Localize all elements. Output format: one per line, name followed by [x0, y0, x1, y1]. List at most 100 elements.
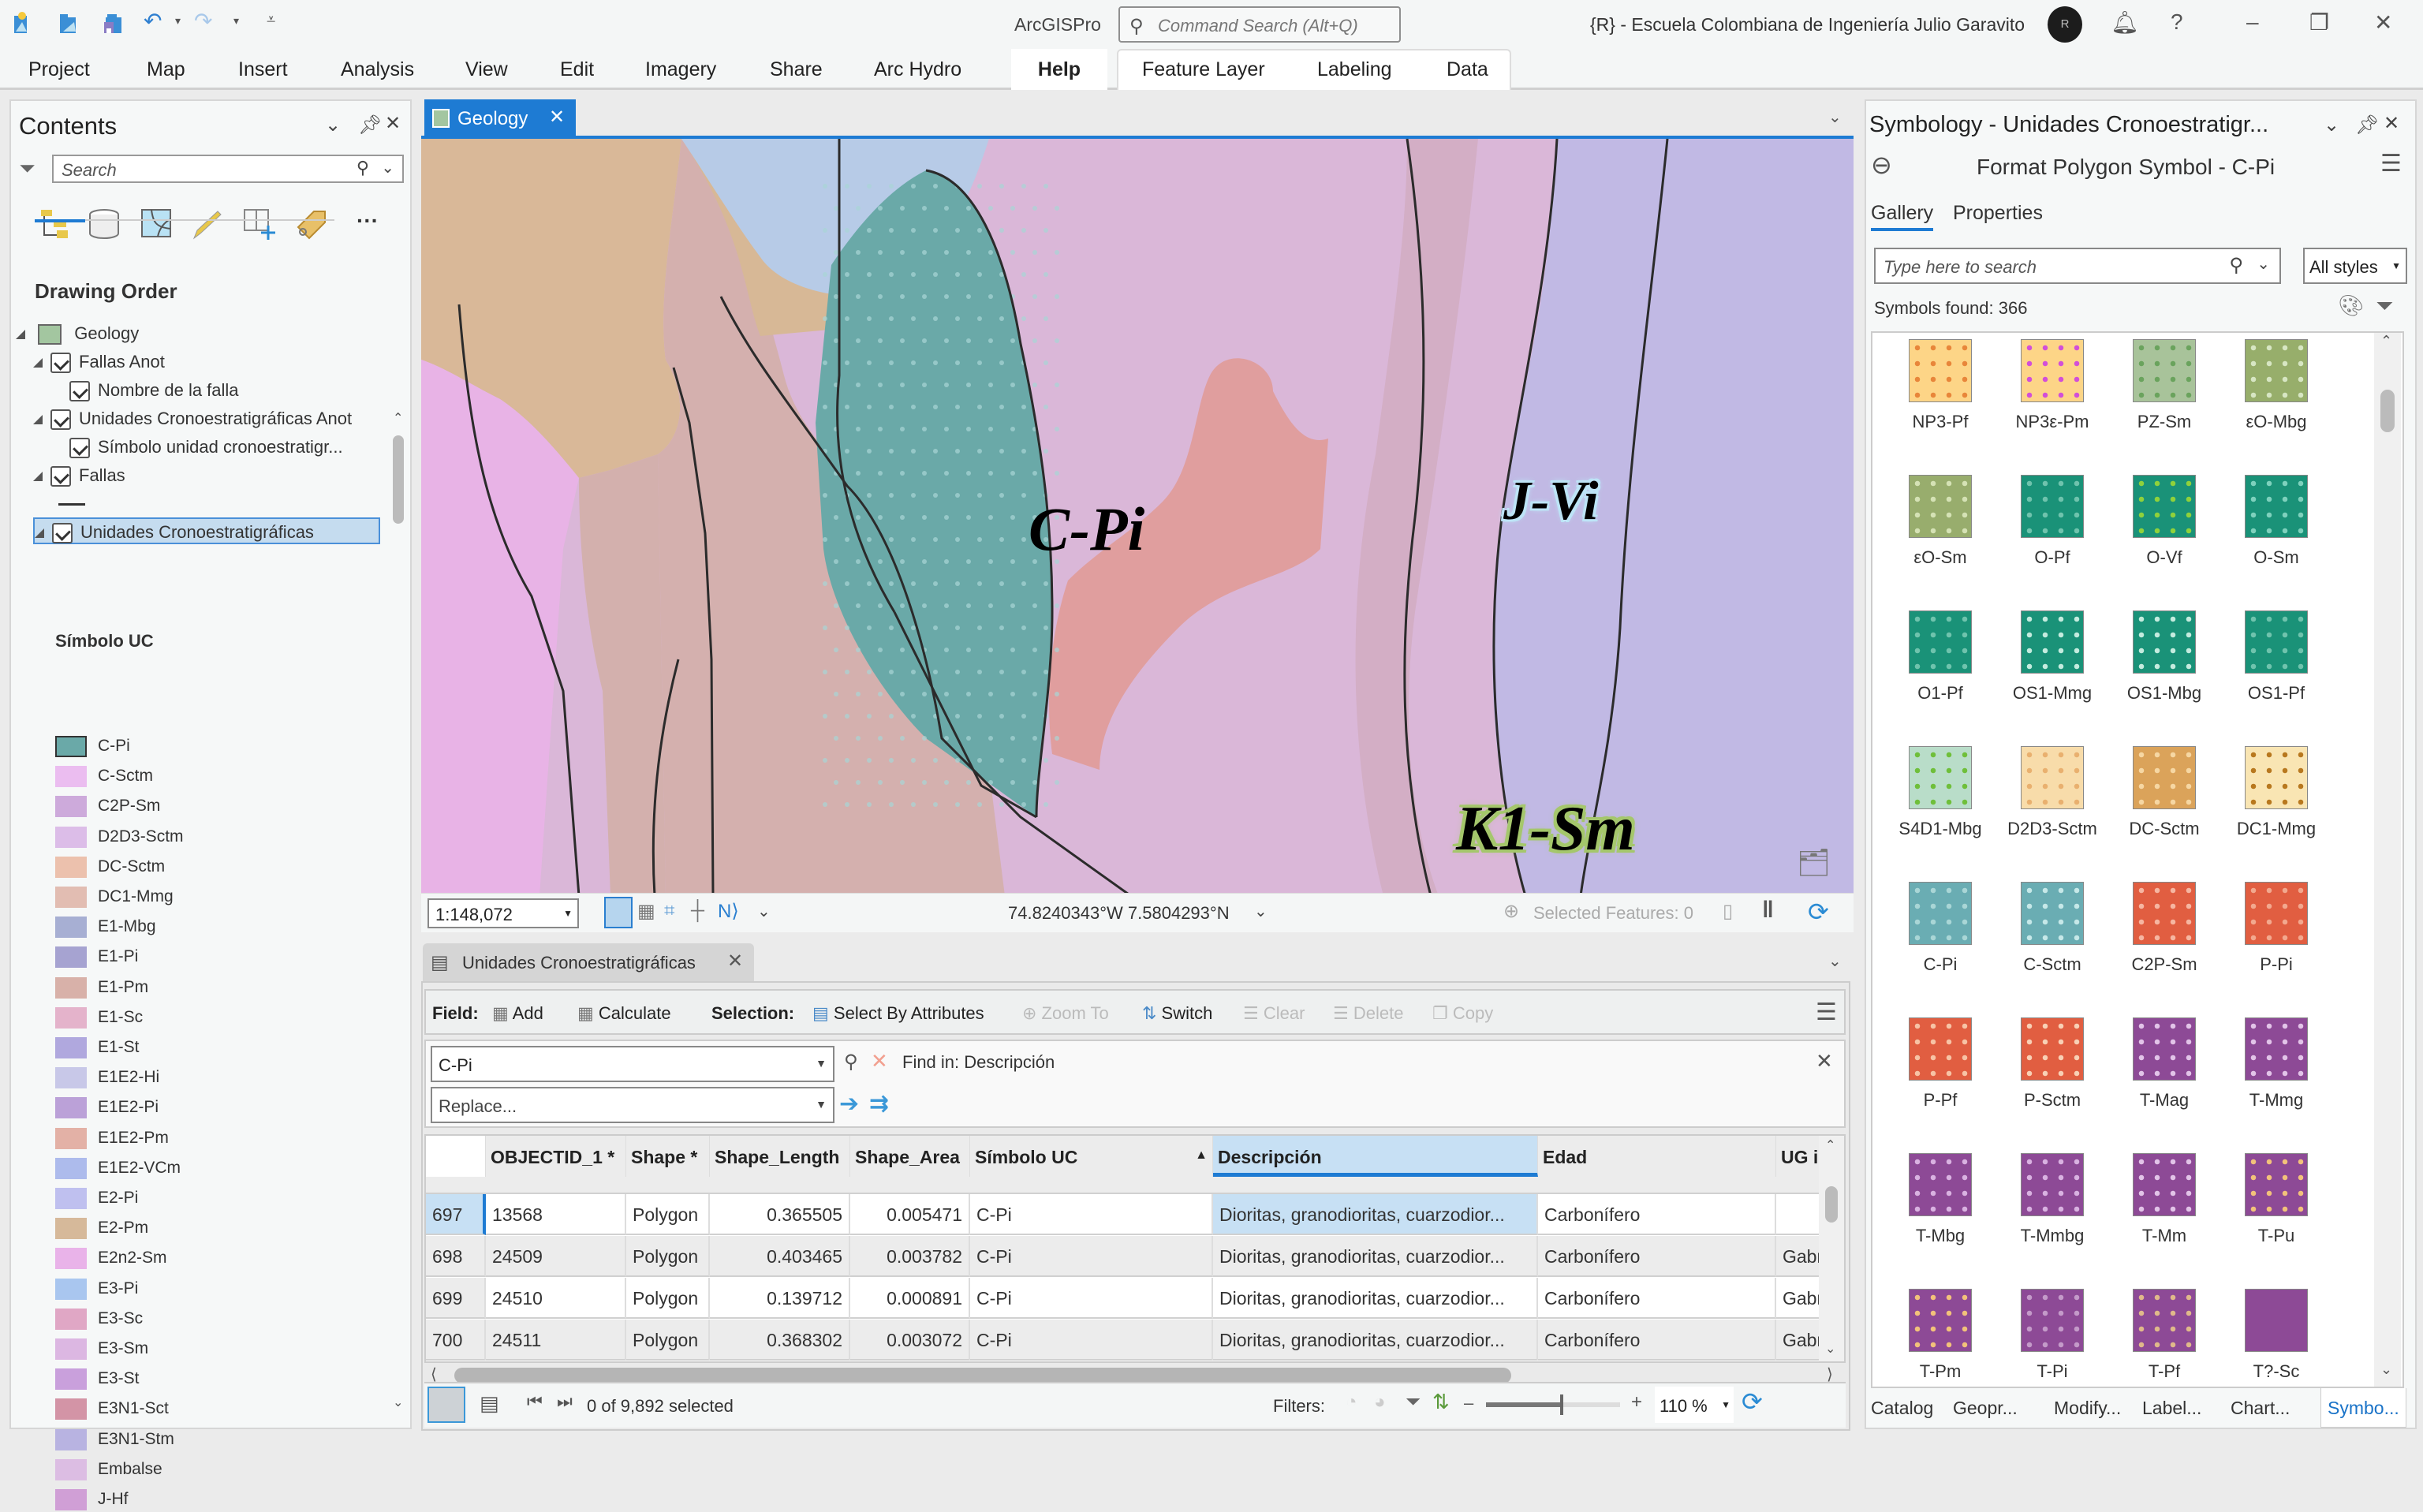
tab-feature-layer[interactable]: Feature Layer: [1142, 58, 1265, 81]
range-filter-icon[interactable]: ◕: [1374, 1391, 1386, 1413]
dock-tab-symbology[interactable]: Symbo...: [2320, 1388, 2406, 1428]
tab-arc-hydro[interactable]: Arc Hydro: [874, 58, 961, 81]
search-icon[interactable]: ⚲: [2229, 254, 2243, 277]
legend-swatch[interactable]: [55, 1398, 87, 1421]
legend-swatch[interactable]: [55, 1097, 87, 1119]
replace-all-icon[interactable]: ⇉: [869, 1090, 889, 1118]
table-cell-simbolo[interactable]: C-Pi: [970, 1236, 1213, 1277]
table-cell-area[interactable]: 0.003072: [850, 1320, 970, 1361]
gallery-symbol[interactable]: NP3-Pf: [1880, 339, 1991, 465]
collapse-triangle-icon[interactable]: [33, 472, 43, 482]
scroll-down-icon[interactable]: ⌄: [393, 1394, 403, 1410]
gallery-symbol[interactable]: T-Mmbg: [1992, 1153, 2103, 1279]
symbol-swatch[interactable]: [1909, 746, 1972, 809]
horizontal-scroll-thumb[interactable]: [454, 1368, 1511, 1383]
table-cell-shape[interactable]: Polygon: [626, 1320, 710, 1361]
style-filter-combo[interactable]: All styles ▼: [2303, 248, 2407, 284]
gallery-symbol[interactable]: O-Vf: [2104, 475, 2215, 601]
filter-by-extent-icon[interactable]: ⏷: [1406, 1391, 1421, 1413]
legend-swatch[interactable]: [55, 1278, 87, 1300]
tree-item-fallas[interactable]: Fallas: [33, 462, 125, 489]
gallery-symbol[interactable]: O-Pf: [1992, 475, 2103, 601]
select-all-corner[interactable]: [426, 1136, 486, 1177]
table-cell-simbolo[interactable]: C-Pi: [970, 1278, 1213, 1319]
scroll-thumb[interactable]: [1825, 1186, 1838, 1223]
dock-tab-catalog[interactable]: Catalog: [1871, 1398, 1933, 1419]
tab-data[interactable]: Data: [1447, 58, 1488, 81]
symbol-swatch[interactable]: [2133, 339, 2196, 402]
close-window-icon[interactable]: ✕: [2374, 9, 2392, 35]
filter-icon[interactable]: ⏷: [19, 156, 35, 181]
table-cell-area[interactable]: 0.005471: [850, 1194, 970, 1235]
symbol-swatch[interactable]: [1909, 1017, 1972, 1081]
list-by-editing-icon[interactable]: [189, 207, 224, 241]
layer-visibility-checkbox[interactable]: [69, 438, 90, 459]
list-by-snapping-icon[interactable]: [241, 207, 276, 241]
replace-icon[interactable]: ➔: [839, 1090, 859, 1118]
gallery-symbol[interactable]: D2D3-Sctm: [1992, 746, 2103, 872]
symbol-swatch[interactable]: [1909, 339, 1972, 402]
layer-visibility-checkbox[interactable]: [50, 466, 71, 487]
north-arrow-icon[interactable]: N⟩: [718, 900, 739, 923]
table-vertical-scrollbar[interactable]: ⌃ ⌄: [1819, 1136, 1844, 1361]
tree-item-unidades-cronoestratigraficas[interactable]: Unidades Cronoestratigráficas: [33, 517, 380, 544]
layer-visibility-checkbox[interactable]: [50, 353, 71, 374]
dropdown-arrow-icon[interactable]: ▼: [816, 1098, 827, 1111]
dropdown-arrow-icon[interactable]: ▼: [2391, 260, 2401, 271]
table-options-menu-icon[interactable]: ☰: [1816, 999, 1837, 1026]
table-cell-descripcion[interactable]: Dioritas, granodioritas, cuarzodior...: [1213, 1236, 1538, 1277]
sort-icon[interactable]: ⇅: [1432, 1390, 1450, 1414]
column-header-edad[interactable]: Edad: [1538, 1136, 1776, 1177]
zoom-out-icon[interactable]: –: [1464, 1393, 1473, 1413]
dropdown-arrow-icon[interactable]: ▼: [1721, 1399, 1730, 1410]
collapse-triangle-icon[interactable]: [16, 330, 25, 340]
gallery-symbol[interactable]: OS1-Mmg: [1992, 610, 2103, 737]
legend-swatch[interactable]: [55, 946, 87, 969]
gallery-symbol[interactable]: O1-Pf: [1880, 610, 1991, 737]
table-cell-descripcion[interactable]: Dioritas, granodioritas, cuarzodior...: [1213, 1194, 1538, 1235]
list-by-data-source-icon[interactable]: [87, 207, 121, 241]
table-cell-length[interactable]: 0.365505: [710, 1194, 850, 1235]
symbol-swatch[interactable]: [2133, 1153, 2196, 1216]
back-arrow-icon[interactable]: ⊖: [1871, 150, 1892, 180]
gallery-symbol[interactable]: DC1-Mmg: [2216, 746, 2327, 872]
table-cell-objectid[interactable]: 24511: [486, 1320, 626, 1361]
column-header-shape-area[interactable]: Shape_Area: [850, 1136, 970, 1177]
view-list-chevron-icon[interactable]: ⌄: [1828, 107, 1842, 127]
gallery-symbol[interactable]: C-Pi: [1880, 882, 1991, 1008]
gallery-symbol[interactable]: T-Pm: [1880, 1289, 1991, 1387]
restore-icon[interactable]: ❐: [2309, 9, 2329, 35]
gallery-scrollbar[interactable]: ⌃ ⌄: [2374, 333, 2401, 1387]
symbol-swatch[interactable]: [2245, 475, 2308, 538]
symbol-swatch[interactable]: [2245, 746, 2308, 809]
legend-swatch[interactable]: [55, 976, 87, 999]
gallery-symbol[interactable]: S4D1-Mbg: [1880, 746, 1991, 872]
show-all-records-icon[interactable]: [427, 1387, 465, 1423]
legend-swatch[interactable]: [55, 1157, 87, 1179]
table-cell-objectid[interactable]: 24509: [486, 1236, 626, 1277]
style-palette-icon[interactable]: 🎨︎: [2338, 293, 2364, 318]
dropdown-arrow-icon[interactable]: ▼: [816, 1057, 827, 1070]
redo-dropdown-icon[interactable]: ▾: [233, 14, 239, 28]
table-view-icon[interactable]: ▯: [1723, 900, 1733, 923]
table-cell-objectid[interactable]: 13568: [486, 1194, 626, 1235]
symbology-menu-icon[interactable]: ☰: [2380, 150, 2402, 177]
gallery-symbol[interactable]: NP3ε-Pm: [1992, 339, 2103, 465]
gallery-symbol[interactable]: T-Mmg: [2216, 1017, 2327, 1144]
gallery-symbol[interactable]: εO-Mbg: [2216, 339, 2327, 465]
tab-help[interactable]: Help: [1011, 49, 1107, 90]
layer-visibility-checkbox[interactable]: [50, 409, 71, 431]
gallery-symbol[interactable]: PZ-Sm: [2104, 339, 2215, 465]
time-filter-icon[interactable]: ◔: [1346, 1391, 1357, 1413]
tab-view[interactable]: View: [465, 58, 508, 81]
tab-imagery[interactable]: Imagery: [645, 58, 716, 81]
slider-thumb[interactable]: [1559, 1394, 1563, 1415]
pin-icon[interactable]: 📌︎: [2355, 114, 2379, 136]
refresh-icon[interactable]: ⟳: [1808, 897, 1829, 927]
tree-item-geology-map[interactable]: Geology: [16, 320, 139, 347]
dropdown-arrow-icon[interactable]: ▼: [563, 908, 573, 919]
copy-selection-button[interactable]: ❐ Copy: [1432, 1003, 1493, 1024]
symbol-swatch[interactable]: [2245, 339, 2308, 402]
gallery-symbol[interactable]: O-Sm: [2216, 475, 2327, 601]
view-list-chevron-icon[interactable]: ⌄: [1828, 951, 1842, 971]
